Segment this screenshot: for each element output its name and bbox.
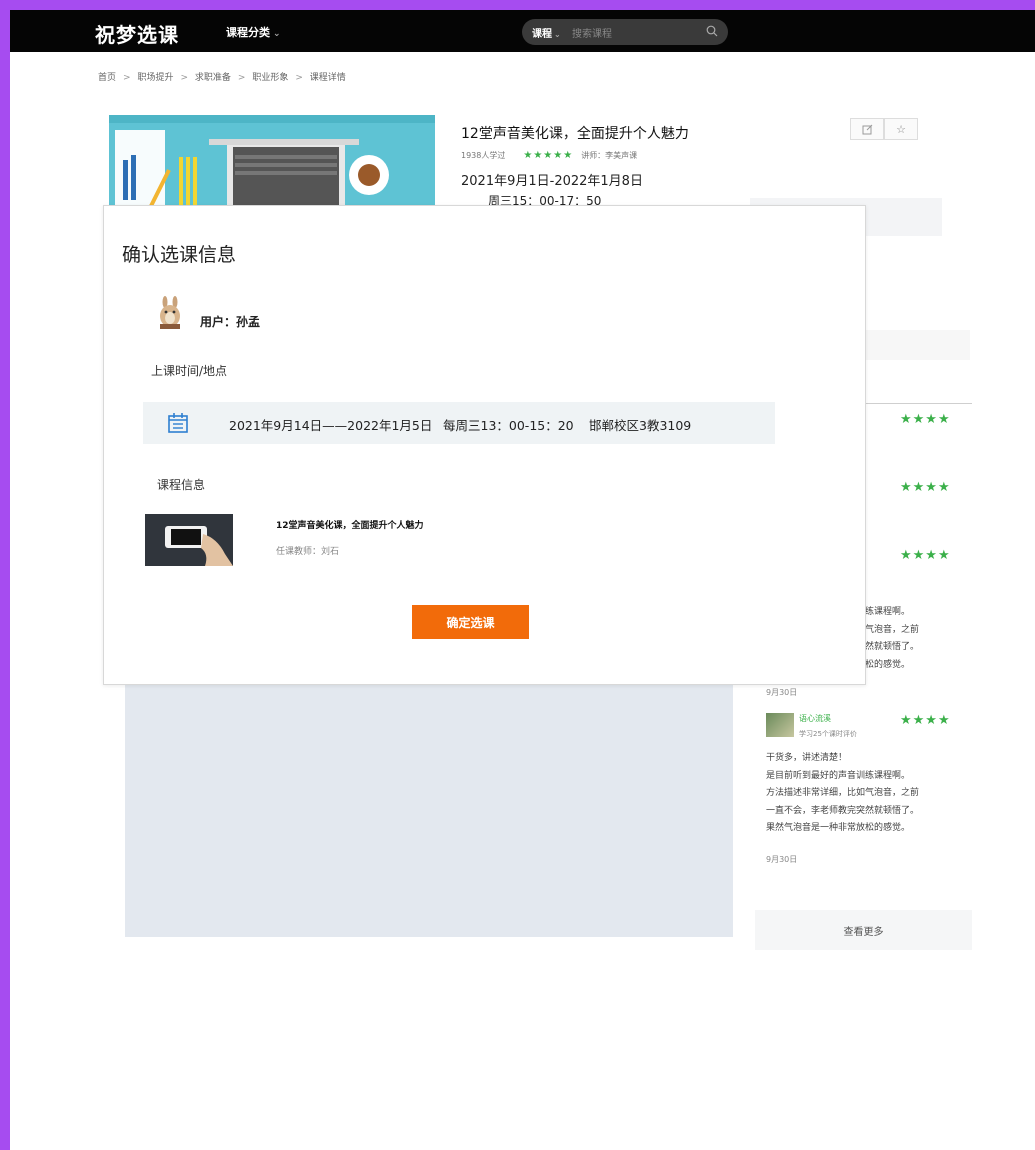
top-nav: 祝梦选课 课程分类 ⌄ 课程 ⌄ 搜索课程	[10, 10, 1035, 52]
search-bar: 课程 ⌄ 搜索课程	[522, 19, 728, 45]
search-scope-select[interactable]: 课程 ⌄	[532, 25, 561, 40]
search-scope-label: 课程	[532, 29, 552, 40]
course-cover-image	[109, 115, 435, 215]
review-text: 干货多，讲述清楚！ 是目前听到最好的声音训练课程啊。 方法描述非常详细，比如气泡…	[766, 750, 919, 838]
review-date: 9月30日	[766, 855, 798, 864]
review-stars: ★★★★	[900, 548, 951, 563]
breadcrumb-item: 课程详情	[309, 73, 346, 83]
course-meta: 1938人学过 ★★★★★ 讲师：李美声课	[461, 150, 637, 161]
course-thumbnail	[145, 514, 233, 566]
user-avatar	[160, 296, 180, 329]
confirm-course-modal: 确认选课信息 用户：孙孟 上课时间/地点 2021年9月14日——2022年1月…	[103, 205, 866, 685]
course-category-menu[interactable]: 课程分类 ⌄	[226, 24, 281, 40]
time-location-row: 2021年9月14日——2022年1月5日 每周三13：00-15：20 邯郸校…	[143, 402, 775, 444]
class-location: 邯郸校区3教3109	[589, 418, 692, 433]
course-info-label: 课程信息	[157, 478, 206, 492]
review-date: 9月30日	[766, 688, 798, 697]
class-date-range: 2021年9月14日——2022年1月5日	[229, 418, 433, 433]
chevron-right-icon: >	[180, 73, 188, 83]
chevron-right-icon: >	[123, 73, 131, 83]
course-cover-illustration	[109, 115, 435, 215]
review-stars: ★★★★	[900, 480, 951, 495]
class-weekly-time: 每周三13：00-15：20	[443, 418, 574, 433]
breadcrumb-item[interactable]: 首页	[98, 73, 116, 83]
course-info-teacher: 任课教师：刘石	[276, 547, 340, 557]
breadcrumb: 首页 > 职场提升 > 求职准备 > 职业形象 > 课程详情	[98, 70, 349, 83]
course-rating-stars: ★★★★★	[523, 150, 574, 161]
star-icon: ☆	[896, 122, 906, 136]
share-icon	[862, 124, 872, 134]
search-input[interactable]: 搜索课程	[572, 25, 612, 40]
course-content-area	[125, 682, 733, 937]
time-location-label: 上课时间/地点	[151, 364, 228, 378]
reviewer-name[interactable]: 语心流溪	[799, 713, 831, 724]
course-teacher-short: 讲师：李美声课	[581, 151, 638, 160]
calendar-icon	[168, 413, 188, 433]
course-info-title: 12堂声音美化课，全面提升个人魅力	[276, 521, 424, 531]
review-line: 是目前听到最好的声音训练课程啊。	[766, 770, 911, 781]
review-line: 一直不会，李老师教完突然就顿悟了。	[766, 805, 920, 816]
view-more-button[interactable]: 查看更多	[755, 910, 972, 950]
review-line: 干货多，讲述清楚！	[766, 753, 848, 763]
review-line: 果然气泡音是一种非常放松的感觉。	[766, 823, 911, 833]
share-button[interactable]	[850, 118, 884, 140]
review-line: 方法描述非常详细，比如气泡音，之前	[766, 788, 920, 798]
chevron-down-icon: ⌄	[273, 29, 281, 39]
review-stars: ★★★★	[900, 412, 951, 427]
chevron-down-icon: ⌄	[554, 30, 561, 39]
course-title: 12堂声音美化课，全面提升个人魅力	[461, 126, 689, 142]
modal-title: 确认选课信息	[122, 244, 237, 266]
review-stars: ★★★★	[900, 713, 951, 728]
chevron-right-icon: >	[295, 73, 303, 83]
search-icon[interactable]	[706, 25, 718, 37]
chevron-right-icon: >	[237, 73, 246, 83]
favorite-button[interactable]: ☆	[884, 118, 918, 140]
course-category-label: 课程分类	[226, 26, 270, 39]
phone-in-hand-image	[145, 514, 233, 566]
site-logo[interactable]: 祝梦选课	[95, 19, 179, 48]
page-frame: 祝梦选课 课程分类 ⌄ 课程 ⌄ 搜索课程 首页 > 职场提升 > 求职准备 > 职业形象…	[10, 10, 1035, 1150]
breadcrumb-item[interactable]: 职场提升	[137, 73, 173, 83]
reviewer-avatar	[766, 713, 794, 737]
confirm-selection-button[interactable]: 确定选课	[412, 605, 529, 639]
course-date-range: 2021年9月1日-2022年1月8日	[461, 174, 643, 189]
reviewer-sub: 学习25个课时评价	[799, 730, 857, 738]
user-name: 用户：孙孟	[200, 315, 261, 329]
course-learners: 1938人学过	[461, 151, 506, 160]
breadcrumb-item[interactable]: 求职准备	[195, 73, 231, 83]
side-panel-block	[866, 330, 970, 360]
breadcrumb-item[interactable]: 职业形象	[252, 73, 288, 83]
